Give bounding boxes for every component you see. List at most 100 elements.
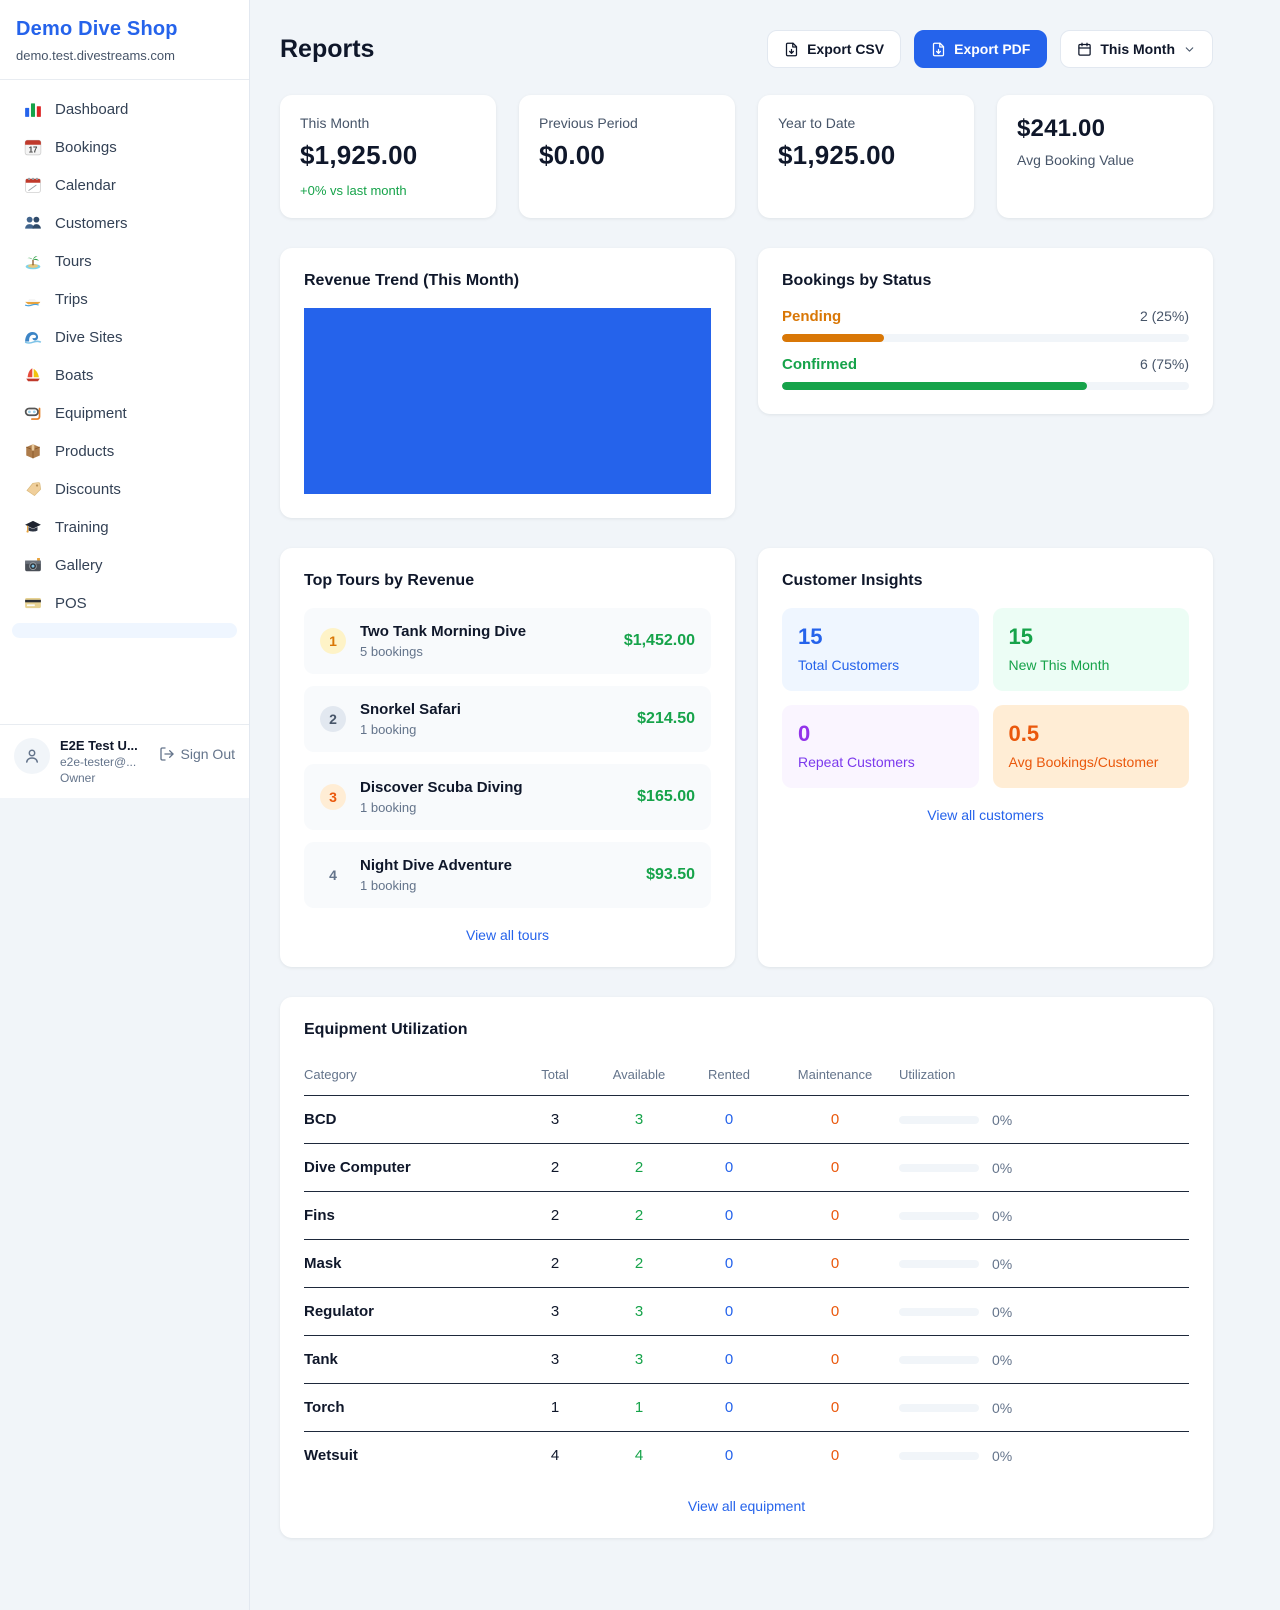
- sidebar-item-boats[interactable]: Boats: [12, 356, 237, 394]
- sidebar-item-reports-partial[interactable]: [12, 623, 237, 638]
- sidebar-item-products[interactable]: Products: [12, 432, 237, 470]
- col-header-category: Category: [304, 1057, 519, 1096]
- sidebar-item-training[interactable]: Training: [12, 508, 237, 546]
- status-row-confirmed: Confirmed 6 (75%): [782, 356, 1189, 390]
- insight-tile-avg-bookings: 0.5 Avg Bookings/Customer: [993, 705, 1190, 788]
- top-tours-title: Top Tours by Revenue: [304, 572, 711, 590]
- bookings-by-status-title: Bookings by Status: [782, 272, 1189, 290]
- sidebar-item-dive-sites[interactable]: Dive Sites: [12, 318, 237, 356]
- rank-badge: 1: [320, 628, 346, 654]
- stat-card-this-month: This Month $1,925.00 +0% vs last month: [280, 95, 496, 218]
- period-dropdown[interactable]: This Month: [1060, 30, 1213, 68]
- col-header-utilization: Utilization: [899, 1057, 1189, 1096]
- speedboat-icon: [24, 290, 42, 308]
- water-wave-icon: [24, 328, 42, 346]
- sidebar-item-discounts[interactable]: Discounts: [12, 470, 237, 508]
- sidebar-item-label: Tours: [55, 253, 92, 270]
- table-row: Wetsuit 4 4 0 0 0%: [304, 1432, 1189, 1480]
- tile-value: 0.5: [1009, 721, 1174, 747]
- col-header-available: Available: [591, 1057, 687, 1096]
- sidebar-item-label: Trips: [55, 291, 88, 308]
- sidebar-item-gallery[interactable]: Gallery: [12, 546, 237, 584]
- desert-island-icon: [24, 252, 42, 270]
- calendar-icon: [1077, 42, 1092, 57]
- status-bar-fill: [782, 382, 1087, 390]
- sidebar-item-label: POS: [55, 595, 87, 612]
- stat-card-avg-booking-value: $241.00 Avg Booking Value: [997, 95, 1213, 218]
- customer-insights-card: Customer Insights 15 Total Customers 15 …: [758, 548, 1213, 967]
- export-pdf-label: Export PDF: [954, 41, 1030, 57]
- export-csv-button[interactable]: Export CSV: [767, 30, 901, 68]
- stat-label: Year to Date: [778, 115, 954, 131]
- camera-icon: [24, 556, 42, 574]
- tile-value: 15: [798, 624, 963, 650]
- svg-text:17: 17: [29, 146, 38, 155]
- utilization-bar: [899, 1212, 979, 1220]
- utilization-bar: [899, 1116, 979, 1124]
- tour-amount: $1,452.00: [624, 632, 695, 650]
- view-all-customers-link[interactable]: View all customers: [782, 807, 1189, 823]
- sidebar-item-label: Gallery: [55, 557, 103, 574]
- sidebar-item-trips[interactable]: Trips: [12, 280, 237, 318]
- equipment-table: Category Total Available Rented Maintena…: [304, 1057, 1189, 1479]
- tile-label: Total Customers: [798, 657, 963, 673]
- file-download-icon: [784, 42, 799, 57]
- log-out-icon: [159, 746, 175, 762]
- sidebar-item-label: Calendar: [55, 177, 116, 194]
- view-all-tours-link[interactable]: View all tours: [304, 927, 711, 943]
- tour-name: Night Dive Adventure: [360, 857, 512, 874]
- person-icon: [23, 747, 41, 765]
- tour-row: 2 Snorkel Safari 1 booking $214.50: [304, 686, 711, 752]
- user-email: e2e-tester@...: [60, 755, 138, 769]
- stat-value: $0.00: [539, 140, 715, 171]
- sailboat-icon: [24, 366, 42, 384]
- sidebar-header: Demo Dive Shop demo.test.divestreams.com: [0, 0, 249, 80]
- stat-value: $1,925.00: [778, 140, 954, 171]
- tour-row: 3 Discover Scuba Diving 1 booking $165.0…: [304, 764, 711, 830]
- sidebar-item-pos[interactable]: POS: [12, 584, 237, 622]
- sidebar-nav: Dashboard 17 Bookings Calendar Customers…: [0, 80, 249, 724]
- view-all-equipment-link[interactable]: View all equipment: [304, 1498, 1189, 1514]
- table-row: BCD 3 3 0 0 0%: [304, 1096, 1189, 1144]
- table-row: Regulator 3 3 0 0 0%: [304, 1288, 1189, 1336]
- stat-value: $1,925.00: [300, 140, 476, 171]
- credit-card-icon: [24, 594, 42, 612]
- sidebar-item-bookings[interactable]: 17 Bookings: [12, 128, 237, 166]
- sidebar-item-equipment[interactable]: Equipment: [12, 394, 237, 432]
- sidebar-item-customers[interactable]: Customers: [12, 204, 237, 242]
- people-icon: [24, 214, 42, 232]
- stat-card-year-to-date: Year to Date $1,925.00: [758, 95, 974, 218]
- stat-label: This Month: [300, 115, 476, 131]
- sidebar-item-tours[interactable]: Tours: [12, 242, 237, 280]
- export-csv-label: Export CSV: [807, 41, 884, 57]
- table-row: Fins 2 2 0 0 0%: [304, 1192, 1189, 1240]
- revenue-trend-title: Revenue Trend (This Month): [304, 272, 711, 290]
- package-icon: [24, 442, 42, 460]
- stat-value: $241.00: [1017, 115, 1193, 143]
- page-title: Reports: [280, 35, 374, 64]
- diving-mask-icon: [24, 404, 42, 422]
- tour-amount: $93.50: [646, 866, 695, 884]
- tour-bookings: 1 booking: [360, 800, 523, 815]
- main-content: Reports Export CSV Export PDF This Month…: [250, 0, 1280, 1570]
- file-download-icon: [931, 42, 946, 57]
- sign-out-button[interactable]: Sign Out: [159, 746, 235, 762]
- utilization-bar: [899, 1356, 979, 1364]
- insight-tile-new-this-month: 15 New This Month: [993, 608, 1190, 691]
- stat-delta: +0% vs last month: [300, 183, 476, 198]
- utilization-bar: [899, 1260, 979, 1268]
- tour-name: Two Tank Morning Dive: [360, 623, 526, 640]
- status-bar-fill: [782, 334, 884, 342]
- avatar: [14, 738, 50, 774]
- table-row: Torch 1 1 0 0 0%: [304, 1384, 1189, 1432]
- calendar-date-icon: 17: [24, 138, 42, 156]
- rank-badge: 3: [320, 784, 346, 810]
- export-pdf-button[interactable]: Export PDF: [914, 30, 1047, 68]
- bookings-by-status-card: Bookings by Status Pending 2 (25%) Confi…: [758, 248, 1213, 414]
- sidebar-item-calendar[interactable]: Calendar: [12, 166, 237, 204]
- sidebar-item-dashboard[interactable]: Dashboard: [12, 90, 237, 128]
- sidebar-item-label: Dashboard: [55, 101, 128, 118]
- stat-card-previous-period: Previous Period $0.00: [519, 95, 735, 218]
- user-role: Owner: [60, 771, 138, 785]
- status-count: 2 (25%): [1140, 308, 1189, 324]
